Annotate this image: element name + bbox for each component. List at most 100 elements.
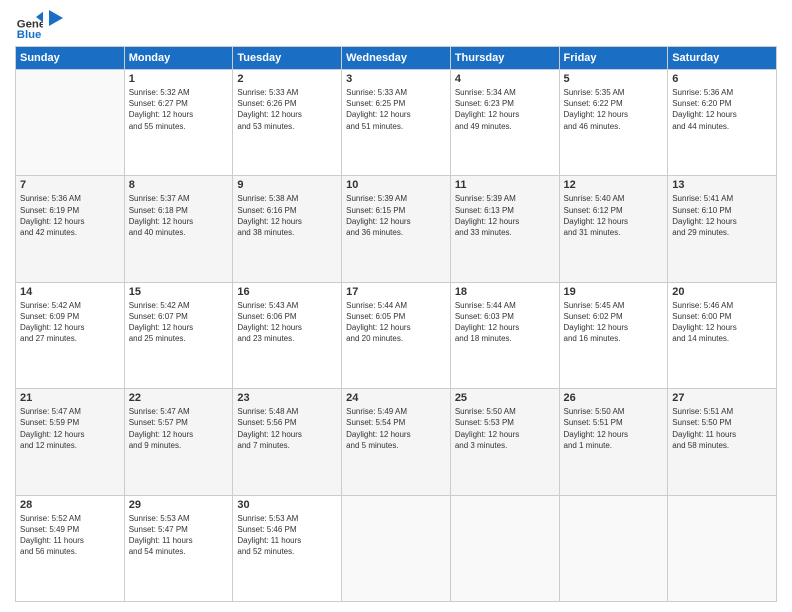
header-tuesday: Tuesday [233,47,342,70]
day-detail: Sunrise: 5:50 AM Sunset: 5:53 PM Dayligh… [455,406,555,451]
day-cell [450,495,559,601]
day-detail: Sunrise: 5:34 AM Sunset: 6:23 PM Dayligh… [455,87,555,132]
day-number: 23 [237,392,337,404]
day-cell: 27Sunrise: 5:51 AM Sunset: 5:50 PM Dayli… [668,389,777,495]
day-number: 12 [564,179,664,191]
day-detail: Sunrise: 5:47 AM Sunset: 5:59 PM Dayligh… [20,406,120,451]
day-detail: Sunrise: 5:50 AM Sunset: 5:51 PM Dayligh… [564,406,664,451]
day-detail: Sunrise: 5:36 AM Sunset: 6:19 PM Dayligh… [20,193,120,238]
day-detail: Sunrise: 5:35 AM Sunset: 6:22 PM Dayligh… [564,87,664,132]
day-cell: 20 Sunrise: 5:46 AM Sunset: 6:00 PM Dayli… [668,282,777,388]
day-detail: Sunrise: 5:42 AM Sunset: 6:07 PM Dayligh… [129,300,229,345]
day-cell [342,495,451,601]
week-row-2: 14 Sunrise: 5:42 AM Sunset: 6:09 PM Dayli… [16,282,777,388]
day-number: 30 [237,499,337,511]
day-cell: 26 Sunrise: 5:50 AM Sunset: 5:51 PM Dayli… [559,389,668,495]
day-cell [16,70,125,176]
day-cell: 19 Sunrise: 5:45 AM Sunset: 6:02 PM Dayli… [559,282,668,388]
day-detail: Sunrise: 5:40 AM Sunset: 6:12 PM Dayligh… [564,193,664,238]
day-number: 22 [129,392,229,404]
day-detail: Sunrise: 5:53 AM Sunset: 5:47 PM Dayligh… [129,513,229,558]
day-cell: 29 Sunrise: 5:53 AM Sunset: 5:47 PM Dayli… [124,495,233,601]
day-cell: 24Sunrise: 5:49 AM Sunset: 5:54 PM Dayli… [342,389,451,495]
day-cell: 6Sunrise: 5:36 AM Sunset: 6:20 PM Daylig… [668,70,777,176]
day-number: 1 [129,73,229,85]
day-number: 13 [672,179,772,191]
logo: General Blue [15,10,63,38]
day-number: 2 [237,73,337,85]
day-detail: Sunrise: 5:44 AM Sunset: 6:05 PM Dayligh… [346,300,446,345]
header: General Blue [15,10,777,38]
week-row-0: 1 Sunrise: 5:32 AM Sunset: 6:27 PM Daylig… [16,70,777,176]
day-detail: Sunrise: 5:52 AM Sunset: 5:49 PM Dayligh… [20,513,120,558]
weekday-header-row: Sunday Monday Tuesday Wednesday Thursday… [16,47,777,70]
calendar-table: Sunday Monday Tuesday Wednesday Thursday… [15,46,777,602]
day-detail: Sunrise: 5:38 AM Sunset: 6:16 PM Dayligh… [237,193,337,238]
page: General Blue Sunday Monday Tuesday Wedne… [0,0,792,612]
day-detail: Sunrise: 5:44 AM Sunset: 6:03 PM Dayligh… [455,300,555,345]
day-detail: Sunrise: 5:39 AM Sunset: 6:15 PM Dayligh… [346,193,446,238]
day-cell: 11 Sunrise: 5:39 AM Sunset: 6:13 PM Dayli… [450,176,559,282]
day-detail: Sunrise: 5:45 AM Sunset: 6:02 PM Dayligh… [564,300,664,345]
logo-icon: General Blue [15,10,43,38]
day-number: 10 [346,179,446,191]
day-detail: Sunrise: 5:39 AM Sunset: 6:13 PM Dayligh… [455,193,555,238]
day-number: 28 [20,499,120,511]
day-detail: Sunrise: 5:47 AM Sunset: 5:57 PM Dayligh… [129,406,229,451]
day-number: 11 [455,179,555,191]
day-detail: Sunrise: 5:48 AM Sunset: 5:56 PM Dayligh… [237,406,337,451]
day-cell: 30 Sunrise: 5:53 AM Sunset: 5:46 PM Dayli… [233,495,342,601]
day-cell: 15 Sunrise: 5:42 AM Sunset: 6:07 PM Dayli… [124,282,233,388]
day-number: 19 [564,286,664,298]
day-detail: Sunrise: 5:49 AM Sunset: 5:54 PM Dayligh… [346,406,446,451]
day-number: 21 [20,392,120,404]
day-cell: 2Sunrise: 5:33 AM Sunset: 6:26 PM Daylig… [233,70,342,176]
logo-arrow-icon [49,10,63,30]
day-number: 15 [129,286,229,298]
day-cell: 25 Sunrise: 5:50 AM Sunset: 5:53 PM Dayli… [450,389,559,495]
day-detail: Sunrise: 5:46 AM Sunset: 6:00 PM Dayligh… [672,300,772,345]
day-cell: 5Sunrise: 5:35 AM Sunset: 6:22 PM Daylig… [559,70,668,176]
day-number: 9 [237,179,337,191]
day-cell: 14 Sunrise: 5:42 AM Sunset: 6:09 PM Dayli… [16,282,125,388]
day-cell: 3 Sunrise: 5:33 AM Sunset: 6:25 PM Daylig… [342,70,451,176]
day-cell: 10 Sunrise: 5:39 AM Sunset: 6:15 PM Dayli… [342,176,451,282]
week-row-4: 28 Sunrise: 5:52 AM Sunset: 5:49 PM Dayli… [16,495,777,601]
day-number: 7 [20,179,120,191]
day-number: 18 [455,286,555,298]
day-detail: Sunrise: 5:32 AM Sunset: 6:27 PM Dayligh… [129,87,229,132]
day-cell: 13 Sunrise: 5:41 AM Sunset: 6:10 PM Dayli… [668,176,777,282]
day-cell: 1 Sunrise: 5:32 AM Sunset: 6:27 PM Daylig… [124,70,233,176]
day-cell: 17 Sunrise: 5:44 AM Sunset: 6:05 PM Dayli… [342,282,451,388]
day-number: 14 [20,286,120,298]
day-cell: 9 Sunrise: 5:38 AM Sunset: 6:16 PM Daylig… [233,176,342,282]
day-number: 4 [455,73,555,85]
day-cell: 8Sunrise: 5:37 AM Sunset: 6:18 PM Daylig… [124,176,233,282]
day-number: 26 [564,392,664,404]
day-number: 16 [237,286,337,298]
svg-text:Blue: Blue [17,29,42,38]
header-wednesday: Wednesday [342,47,451,70]
day-cell: 7 Sunrise: 5:36 AM Sunset: 6:19 PM Daylig… [16,176,125,282]
day-cell: 4 Sunrise: 5:34 AM Sunset: 6:23 PM Daylig… [450,70,559,176]
day-number: 29 [129,499,229,511]
day-number: 8 [129,179,229,191]
day-detail: Sunrise: 5:43 AM Sunset: 6:06 PM Dayligh… [237,300,337,345]
day-detail: Sunrise: 5:33 AM Sunset: 6:25 PM Dayligh… [346,87,446,132]
day-number: 25 [455,392,555,404]
day-cell: 22 Sunrise: 5:47 AM Sunset: 5:57 PM Dayli… [124,389,233,495]
day-detail: Sunrise: 5:36 AM Sunset: 6:20 PM Dayligh… [672,87,772,132]
day-number: 17 [346,286,446,298]
day-detail: Sunrise: 5:53 AM Sunset: 5:46 PM Dayligh… [237,513,337,558]
header-monday: Monday [124,47,233,70]
day-number: 27 [672,392,772,404]
day-detail: Sunrise: 5:41 AM Sunset: 6:10 PM Dayligh… [672,193,772,238]
header-thursday: Thursday [450,47,559,70]
header-saturday: Saturday [668,47,777,70]
day-cell [559,495,668,601]
day-detail: Sunrise: 5:42 AM Sunset: 6:09 PM Dayligh… [20,300,120,345]
day-number: 20 [672,286,772,298]
header-sunday: Sunday [16,47,125,70]
day-number: 3 [346,73,446,85]
header-friday: Friday [559,47,668,70]
